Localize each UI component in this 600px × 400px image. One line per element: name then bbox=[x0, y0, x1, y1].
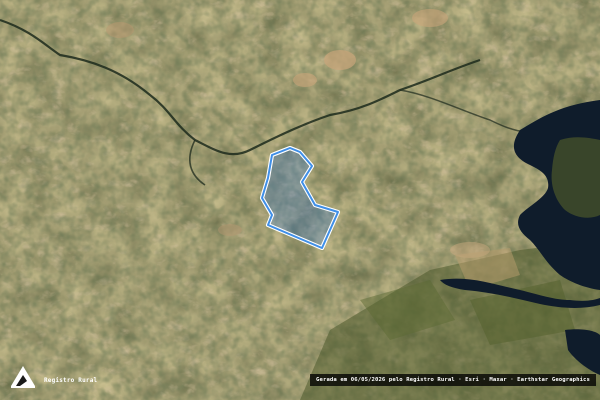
satellite-imagery bbox=[0, 0, 600, 400]
registro-rural-logo: Registro Rural bbox=[8, 362, 97, 390]
map-attribution: Gerada em 06/05/2026 pelo Registro Rural… bbox=[310, 374, 596, 386]
logo-text: Registro Rural bbox=[44, 377, 98, 384]
registro-rural-logo-icon bbox=[11, 366, 35, 388]
satellite-map[interactable]: Registro Rural Gerada em 06/05/2026 pelo… bbox=[0, 0, 600, 400]
